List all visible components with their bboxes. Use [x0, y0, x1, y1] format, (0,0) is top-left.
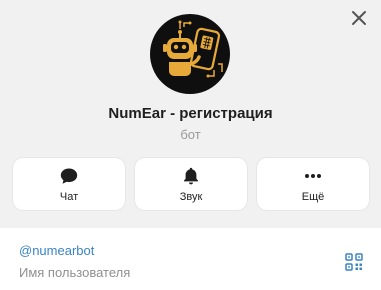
chat-button-label: Чат: [59, 191, 79, 203]
close-button[interactable]: [347, 6, 371, 30]
more-button-label: Ещё: [301, 191, 325, 203]
more-dots-icon: [305, 174, 321, 178]
qr-code-icon: [345, 253, 363, 271]
sound-button[interactable]: Звук: [135, 158, 247, 210]
profile-header: NumEar - регистрация бот Чат Звук Ещё: [0, 0, 381, 228]
robot-logo: [163, 20, 223, 78]
avatar: [150, 14, 230, 94]
profile-name: NumEar - регистрация: [108, 105, 273, 122]
sound-button-label: Звук: [179, 191, 203, 203]
chat-bubble-icon: [60, 168, 78, 184]
chat-button[interactable]: Чат: [13, 158, 125, 210]
qr-code-button[interactable]: [345, 253, 363, 271]
bell-icon: [184, 167, 198, 185]
username-caption: Имя пользователя: [19, 265, 131, 280]
more-button[interactable]: Ещё: [257, 158, 369, 210]
close-icon: [352, 11, 366, 25]
profile-type: бот: [180, 127, 201, 142]
username-link[interactable]: @numearbot: [19, 243, 94, 258]
